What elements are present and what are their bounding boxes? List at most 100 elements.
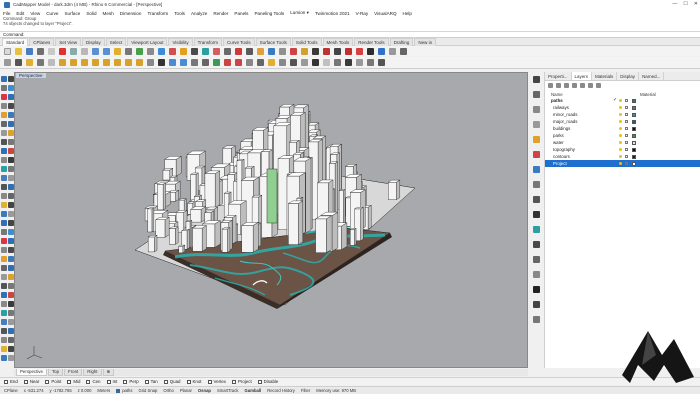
viewport-label[interactable]: Perspective xyxy=(16,73,46,78)
lock-icon[interactable] xyxy=(625,134,628,137)
layer-row[interactable]: parks xyxy=(545,132,700,139)
redo-icon[interactable] xyxy=(103,47,110,55)
layer-color-swatch[interactable] xyxy=(632,126,636,131)
toggle-filter[interactable]: Filter xyxy=(301,388,310,393)
open-folder-icon[interactable] xyxy=(15,47,22,55)
vp-tab-add[interactable]: ⊕ xyxy=(102,369,115,376)
panel-tool-icon[interactable] xyxy=(533,121,540,128)
solid-icon[interactable] xyxy=(235,47,242,55)
panel-tool-icon[interactable] xyxy=(533,211,540,218)
layer-row[interactable]: buildings xyxy=(545,125,700,132)
lightbulb-icon[interactable] xyxy=(619,134,622,137)
osnap-near[interactable]: Near xyxy=(23,379,39,384)
menu-panels[interactable]: Panels xyxy=(234,11,248,16)
menu-transform[interactable]: Transform xyxy=(147,11,168,16)
tool-icon[interactable] xyxy=(1,247,7,253)
tab-display[interactable]: Display xyxy=(81,37,105,46)
loft-icon[interactable] xyxy=(312,59,319,66)
curve-icon[interactable] xyxy=(213,47,220,55)
move-up-icon[interactable] xyxy=(572,83,577,88)
tab-select[interactable]: Select xyxy=(105,37,127,46)
zoom-extents-icon[interactable] xyxy=(147,47,154,55)
layer-row[interactable]: minor_roads xyxy=(545,111,700,118)
tool-icon[interactable] xyxy=(1,130,7,136)
lock-icon[interactable] xyxy=(26,59,33,66)
tool-icon[interactable] xyxy=(1,184,7,190)
layer-color-swatch[interactable] xyxy=(632,147,636,152)
lightbulb-icon[interactable] xyxy=(619,99,622,102)
tab-curve-tools[interactable]: Curve Tools xyxy=(222,37,255,46)
panel-tab-properties[interactable]: Properti... xyxy=(545,72,572,80)
minimize-button[interactable]: — xyxy=(672,1,677,7)
tool-icon[interactable] xyxy=(1,76,7,82)
tool-icon[interactable] xyxy=(1,193,7,199)
tool-icon[interactable] xyxy=(1,265,7,271)
panel-tool-icon[interactable] xyxy=(533,241,540,248)
tab-mesh-tools[interactable]: Mesh Tools xyxy=(322,37,354,46)
menu-edit[interactable]: Edit xyxy=(16,11,24,16)
snap-knot-icon[interactable] xyxy=(136,59,143,66)
osnap-vertex[interactable]: Vertex xyxy=(207,379,226,384)
panel-tool-icon[interactable] xyxy=(533,106,540,113)
paste-icon[interactable] xyxy=(81,47,88,55)
panel-tool-icon[interactable] xyxy=(533,301,540,308)
lock-icon[interactable] xyxy=(625,162,628,165)
lightbulb-icon[interactable] xyxy=(619,113,622,116)
tab-transform[interactable]: Transform xyxy=(193,37,222,46)
block-icon[interactable] xyxy=(312,47,319,55)
lock-icon[interactable] xyxy=(625,120,628,123)
lock-icon[interactable] xyxy=(625,148,628,151)
menu-curve[interactable]: Curve xyxy=(46,11,58,16)
point-icon[interactable] xyxy=(202,47,209,55)
import-icon[interactable] xyxy=(48,47,55,55)
panel-tab-materials[interactable]: Materials xyxy=(592,72,618,80)
tool-icon[interactable] xyxy=(1,175,7,181)
tab-viewport-layout[interactable]: Viewport Layout xyxy=(127,37,168,46)
current-layer-check-icon[interactable]: ✓ xyxy=(613,97,617,104)
tool-icon[interactable] xyxy=(1,319,7,325)
layer-row[interactable]: contours xyxy=(545,153,700,160)
current-layer[interactable]: paths xyxy=(116,388,132,393)
toggle-record-history[interactable]: Record History xyxy=(267,388,295,393)
lock-icon[interactable] xyxy=(625,155,628,158)
tool-icon[interactable] xyxy=(1,121,7,127)
array-icon[interactable] xyxy=(279,59,286,66)
undo-icon[interactable] xyxy=(92,47,99,55)
panel-tool-icon[interactable] xyxy=(533,256,540,263)
tool-icon[interactable] xyxy=(1,283,7,289)
select-icon[interactable] xyxy=(169,47,176,55)
explode-icon[interactable] xyxy=(147,59,154,66)
menu-file[interactable]: File xyxy=(3,11,10,16)
layer-tools-icon[interactable] xyxy=(596,83,601,88)
tab-set-view[interactable]: Set View xyxy=(55,37,81,46)
tool-icon[interactable] xyxy=(1,157,7,163)
rotate-view-icon[interactable] xyxy=(125,47,132,55)
panel-tool-icon[interactable] xyxy=(533,76,540,83)
camera-icon[interactable] xyxy=(367,47,374,55)
tool-icon[interactable] xyxy=(1,346,7,352)
checkbox-icon[interactable] xyxy=(123,379,128,384)
menu-vray[interactable]: V-Ray xyxy=(356,11,369,16)
scale-icon[interactable] xyxy=(202,59,209,66)
tab-surface-tools[interactable]: Surface Tools xyxy=(255,37,291,46)
toggle-grid-snap[interactable]: Grid Snap xyxy=(138,388,157,393)
boolean-icon[interactable] xyxy=(290,59,297,66)
vp-tab-perspective[interactable]: Perspective xyxy=(16,369,47,376)
light-icon[interactable] xyxy=(301,47,308,55)
panel-tab-named[interactable]: Named... xyxy=(639,72,665,80)
tool-icon[interactable] xyxy=(1,355,7,361)
panel-tool-icon[interactable] xyxy=(533,136,540,143)
menu-dimension[interactable]: Dimension xyxy=(120,11,142,16)
properties-icon[interactable] xyxy=(191,47,198,55)
toggle-gumball[interactable]: Gumball xyxy=(244,388,261,393)
osnap-knot[interactable]: Knot xyxy=(186,379,202,384)
options-icon[interactable] xyxy=(389,47,396,55)
tab-standard[interactable]: Standard xyxy=(2,37,29,46)
render-icon[interactable] xyxy=(257,47,264,55)
toggle-smarttrack[interactable]: SmartTrack xyxy=(217,388,238,393)
tool-icon[interactable] xyxy=(1,112,7,118)
section-icon[interactable] xyxy=(367,59,374,66)
menu-twinmotion[interactable]: Twinmotion 2021 xyxy=(315,11,350,16)
help-icon[interactable] xyxy=(400,47,407,55)
layer-row[interactable]: major_roads xyxy=(545,118,700,125)
